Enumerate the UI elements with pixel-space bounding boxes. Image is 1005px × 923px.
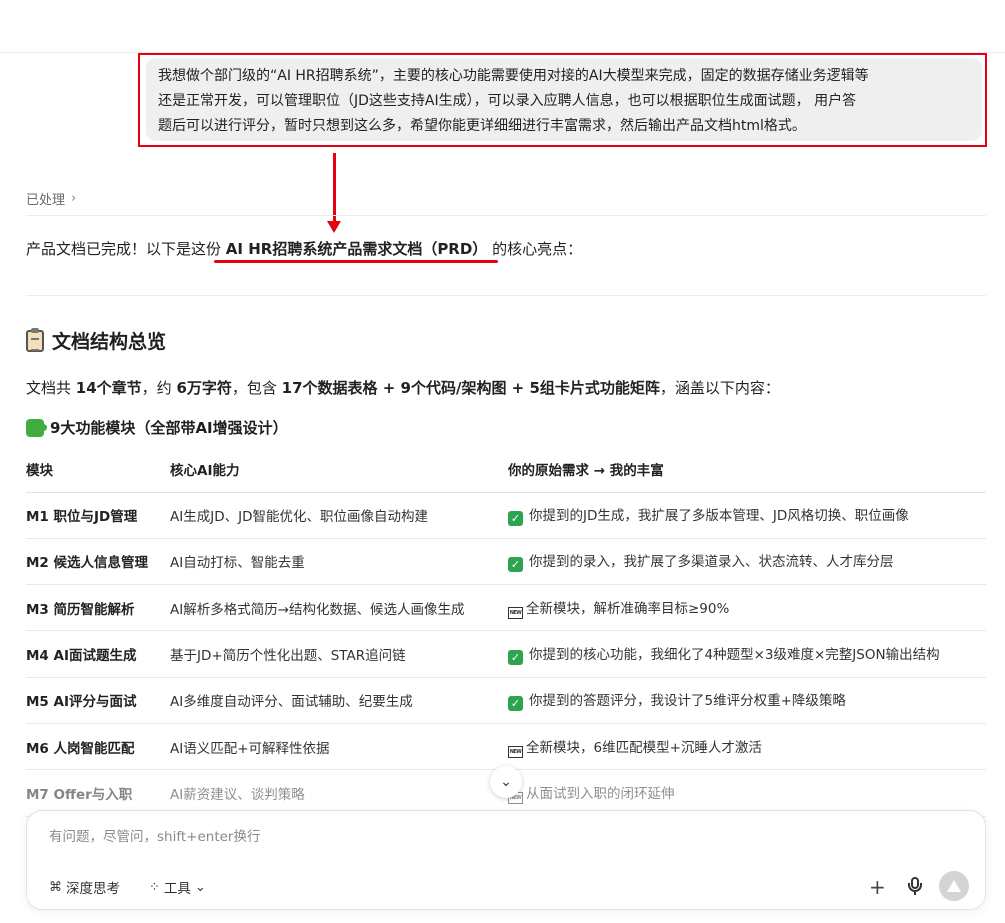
tools-dropdown-button[interactable]: ⁘ 工具 ⌄ [149, 877, 206, 898]
enrichment-note: 你提到的核心功能，我细化了4种题型×3级难度×完整JSON输出结构 [529, 647, 940, 664]
enrichment-cell: ✓ 你提到的核心功能，我细化了4种题型×3级难度×完整JSON输出结构 [508, 630, 986, 678]
table-row: M1 职位与JD管理 AI生成JD、JD智能优化、职位画像自动构建 ✓ 你提到的JD生… [26, 492, 986, 539]
annotation-arrow-head [327, 221, 341, 233]
new-badge-icon: NEW [508, 606, 523, 619]
module-name: M3 简历智能解析 [26, 584, 170, 632]
chat-input[interactable] [49, 829, 849, 845]
green-check-icon: ✓ [508, 511, 523, 527]
send-arrow-icon [947, 880, 961, 892]
module-name: M1 职位与JD管理 [26, 492, 170, 539]
enrichment-cell: ✓ 你提到的JD生成，我扩展了多版本管理、JD风格切换、职位画像 [508, 492, 986, 539]
puzzle-piece-icon [26, 418, 47, 437]
attach-plus-button[interactable]: + [869, 875, 886, 899]
ai-capability: 基于JD+简历个性化出题、STAR追问链 [170, 630, 508, 678]
annotation-arrow-shaft [333, 153, 336, 223]
table-row: M2 候选人信息管理 AI自动打标、智能去重 ✓ 你提到的录入，我扩展了多渠道录入、状… [26, 538, 986, 586]
user-message-line: 还是正常开发，可以管理职位（JD这些支持AI生成），可以录入应聘人信息，也可以根… [158, 93, 857, 109]
ai-capability: AI自动打标、智能去重 [170, 538, 508, 586]
chevron-right-icon: › [71, 191, 77, 206]
table-header-row: 模块 核心AI能力 你的原始需求 → 我的丰富 [26, 446, 986, 493]
chat-composer: ⌘ 深度思考 ⁘ 工具 ⌄ + [26, 810, 986, 910]
module-name: M4 AI面试题生成 [26, 630, 170, 678]
clipboard-icon [26, 327, 44, 352]
green-check-icon: ✓ [508, 650, 523, 666]
tools-label: 工具 [163, 881, 191, 897]
divider [26, 215, 986, 216]
table-row: M5 AI评分与面试 AI多维度自动评分、面试辅助、纪要生成 ✓ 你提到的答题评分，我… [26, 677, 986, 724]
deep-think-button[interactable]: ⌘ 深度思考 [49, 877, 120, 898]
enrichment-cell: NEW 全新模块，6维匹配模型+沉睡人才激活 [508, 723, 986, 771]
ai-capability: AI解析多格式简历→结构化数据、候选人画像生成 [170, 584, 508, 632]
summary-text: ，约 [141, 379, 177, 397]
subsection-title: 9大功能模块（全部带AI增强设计） [50, 419, 288, 437]
summary-text: ，包含 [231, 379, 282, 397]
annotation-underline [214, 260, 498, 263]
user-message-line: 题后可以进行评分，暂时只想到这么多，希望你能更详细细进行丰富需求，然后输出产品文… [158, 118, 806, 134]
table-row: M4 AI面试题生成 基于JD+简历个性化出题、STAR追问链 ✓ 你提到的核心功能，… [26, 630, 986, 678]
ai-capability: AI生成JD、JD智能优化、职位画像自动构建 [170, 492, 508, 539]
enrichment-note: 你提到的录入，我扩展了多渠道录入、状态流转、人才库分层 [529, 554, 894, 571]
summary-paragraph: 文档共 14个章节，约 6万字符，包含 17个数据表格 + 9个代码/架构图 +… [26, 377, 780, 398]
chevron-down-icon: ⌄ [500, 774, 512, 790]
send-button[interactable] [939, 871, 969, 901]
enrichment-note: 从面试到入职的闭环延伸 [526, 785, 675, 802]
summary-text: 文档共 [26, 379, 76, 397]
table-row: M6 人岗智能匹配 AI语义匹配+可解释性依据 NEW 全新模块，6维匹配模型+沉睡人… [26, 723, 986, 771]
microphone-icon-stand [914, 890, 916, 895]
user-message-line: 我想做个部门级的“AI HR招聘系统”，主要的核心功能需要使用对接的AI大模型来… [158, 68, 869, 84]
top-bar [0, 0, 1005, 53]
module-name: M5 AI评分与面试 [26, 677, 170, 724]
module-name: M6 人岗智能匹配 [26, 723, 170, 771]
tools-icon: ⁘ [149, 879, 160, 895]
summary-bold: 14个章节 [75, 379, 142, 397]
chevron-down-icon: ⌄ [194, 879, 206, 895]
enrichment-cell: ✓ 你提到的答题评分，我设计了5维评分权重+降级策略 [508, 677, 986, 724]
green-check-icon: ✓ [508, 696, 523, 712]
summary-bold: 6万字符 [176, 379, 232, 397]
divider [26, 295, 986, 296]
processed-label: 已处理 [26, 193, 66, 208]
enrichment-cell: ✓ 你提到的录入，我扩展了多渠道录入、状态流转、人才库分层 [508, 538, 986, 586]
module-name: M2 候选人信息管理 [26, 538, 170, 586]
section-heading: 文档结构总览 [26, 327, 166, 354]
ai-capability: AI多维度自动评分、面试辅助、纪要生成 [170, 677, 508, 724]
microphone-button[interactable] [907, 877, 923, 897]
intro-doc-title: AI HR招聘系统产品需求文档（PRD） [225, 240, 488, 258]
new-badge-icon: NEW [508, 745, 523, 758]
summary-bold: 17个数据表格 + 9个代码/架构图 + 5组卡片式功能矩阵 [281, 379, 660, 397]
deep-think-icon: ⌘ [49, 879, 62, 895]
module-table: 模块 核心AI能力 你的原始需求 → 我的丰富 M1 职位与JD管理 AI生成JD… [26, 446, 986, 817]
user-message-bubble: 我想做个部门级的“AI HR招聘系统”，主要的核心功能需要使用对接的AI大模型来… [146, 58, 982, 141]
table-header-enrichment: 你的原始需求 → 我的丰富 [508, 446, 986, 493]
ai-capability: AI语义匹配+可解释性依据 [170, 723, 508, 771]
intro-prefix: 产品文档已完成！以下是这份 [26, 240, 222, 258]
enrichment-note: 全新模块，6维匹配模型+沉睡人才激活 [526, 739, 762, 756]
section-title: 文档结构总览 [52, 331, 167, 353]
table-row: M3 简历智能解析 AI解析多格式简历→结构化数据、候选人画像生成 NEW 全新模块，… [26, 584, 986, 632]
summary-text: ，涵盖以下内容： [659, 379, 780, 397]
enrichment-note: 全新模块，解析准确率目标≥90% [526, 600, 730, 617]
scroll-to-bottom-button[interactable]: ⌄ [490, 766, 522, 798]
processed-toggle[interactable]: 已处理 › [26, 189, 76, 208]
subsection-heading: 9大功能模块（全部带AI增强设计） [26, 417, 288, 438]
deep-think-label: 深度思考 [66, 881, 120, 897]
intro-text: 产品文档已完成！以下是这份 AI HR招聘系统产品需求文档（PRD） 的核心亮点… [26, 238, 582, 259]
enrichment-note: 你提到的答题评分，我设计了5维评分权重+降级策略 [529, 693, 846, 710]
intro-suffix: 的核心亮点： [492, 240, 583, 258]
enrichment-cell: NEW 全新模块，解析准确率目标≥90% [508, 584, 986, 632]
green-check-icon: ✓ [508, 557, 523, 573]
plus-icon: + [869, 875, 886, 899]
enrichment-note: 你提到的JD生成，我扩展了多版本管理、JD风格切换、职位画像 [529, 508, 909, 525]
table-header-ai: 核心AI能力 [170, 446, 508, 493]
table-header-module: 模块 [26, 446, 170, 493]
